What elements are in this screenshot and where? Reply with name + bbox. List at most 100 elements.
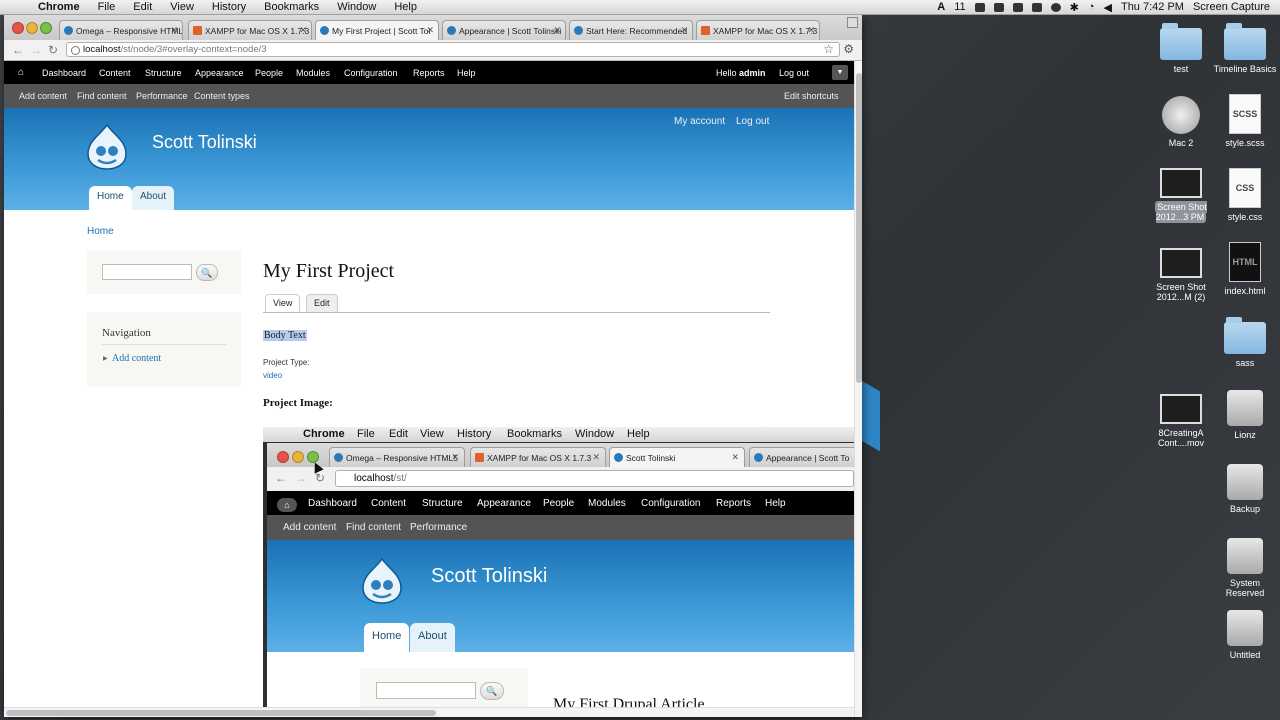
zoom-window-button[interactable] bbox=[40, 22, 52, 34]
desktop-icon-test[interactable]: test bbox=[1146, 23, 1216, 74]
close-tab-icon[interactable]: ✕ bbox=[299, 25, 307, 36]
close-window-button[interactable] bbox=[12, 22, 24, 34]
screenshot-file-icon bbox=[1160, 248, 1202, 278]
folder-icon bbox=[1224, 317, 1266, 354]
drupal-logo-icon[interactable] bbox=[84, 123, 130, 171]
close-tab-icon[interactable]: ✕ bbox=[553, 25, 561, 36]
chrome-window: Omega – Responsive HTML5 ✕ XAMPP for Mac … bbox=[4, 15, 862, 717]
site-name[interactable]: Scott Tolinski bbox=[152, 132, 257, 153]
add-content-link[interactable]: Add content bbox=[112, 353, 161, 364]
admin-people[interactable]: People bbox=[255, 68, 283, 78]
admin-help[interactable]: Help bbox=[457, 68, 476, 78]
dropbox-icon[interactable] bbox=[993, 2, 1004, 12]
bookmark-star-icon[interactable]: ☆ bbox=[823, 42, 834, 56]
menubar-bookmarks[interactable]: Bookmarks bbox=[264, 1, 319, 13]
evernote-icon[interactable] bbox=[974, 2, 985, 12]
browser-tab[interactable]: Appearance | Scott Tolinski ✕ bbox=[442, 20, 566, 40]
admin-reports[interactable]: Reports bbox=[413, 68, 445, 78]
menubar-app-name[interactable]: Chrome bbox=[38, 1, 80, 13]
desktop-icon-untitled[interactable]: Untitled bbox=[1210, 610, 1280, 660]
menubar-history[interactable]: History bbox=[212, 1, 246, 13]
bluetooth-icon[interactable]: ✱ bbox=[1070, 1, 1079, 14]
wifi-icon[interactable]: ◔ bbox=[1088, 1, 1095, 13]
menubar-window[interactable]: Window bbox=[337, 1, 376, 13]
admin-content[interactable]: Content bbox=[99, 68, 131, 78]
desktop-icon-sass[interactable]: sass bbox=[1210, 317, 1280, 368]
shortcut-performance[interactable]: Performance bbox=[136, 91, 188, 101]
back-icon[interactable]: ← bbox=[12, 43, 24, 57]
tab-home[interactable]: Home bbox=[89, 186, 132, 210]
scroll-thumb[interactable] bbox=[856, 73, 862, 383]
project-type-label: Project Type: bbox=[263, 358, 310, 367]
project-type-value[interactable]: video bbox=[263, 371, 282, 380]
breadcrumb[interactable]: Home bbox=[87, 226, 114, 237]
desktop-icon-timeline-basics[interactable]: Timeline Basics bbox=[1210, 23, 1280, 74]
minimize-window-icon bbox=[292, 451, 304, 463]
menubar-file[interactable]: File bbox=[98, 1, 116, 13]
forward-icon[interactable]: → bbox=[30, 43, 42, 57]
hello-user: Hello admin bbox=[716, 68, 766, 78]
menubar-help[interactable]: Help bbox=[394, 1, 417, 13]
desktop-icon-screenshot-2[interactable]: Screen Shot 2012...M (2) bbox=[1146, 248, 1216, 302]
desktop-icon-screenshot-1[interactable]: Screen Shot 2012...3 PM bbox=[1146, 168, 1216, 223]
admin-logout[interactable]: Log out bbox=[779, 68, 809, 78]
shortcut-content-types[interactable]: Content types bbox=[194, 91, 250, 101]
adobe-icon[interactable]: A bbox=[937, 1, 945, 13]
volume-icon[interactable]: ◀ bbox=[1104, 1, 1112, 14]
address-bar[interactable]: localhost/st/node/3#overlay-context=node… bbox=[66, 42, 840, 57]
desktop-icon-index-html[interactable]: HTML index.html bbox=[1210, 242, 1280, 296]
browser-tab[interactable]: Omega – Responsive HTML5 ✕ bbox=[59, 20, 183, 40]
tab-view[interactable]: View bbox=[265, 294, 301, 312]
body-text[interactable]: Body Text bbox=[263, 330, 307, 341]
my-account-link[interactable]: My account bbox=[674, 116, 725, 127]
close-tab-icon[interactable]: ✕ bbox=[170, 25, 178, 36]
admin-configuration[interactable]: Configuration bbox=[344, 68, 398, 78]
active-app-label[interactable]: Screen Capture bbox=[1193, 1, 1270, 13]
icon-label: style.scss bbox=[1225, 138, 1265, 148]
search-button[interactable]: 🔍 bbox=[196, 264, 218, 281]
wrench-icon[interactable]: ⚙ bbox=[843, 42, 854, 56]
fullscreen-icon[interactable] bbox=[847, 17, 858, 28]
admin-appearance[interactable]: Appearance bbox=[195, 68, 244, 78]
camera-icon[interactable] bbox=[1031, 2, 1042, 12]
desktop-icon-system-reserved[interactable]: System Reserved bbox=[1210, 538, 1280, 598]
site-logout-link[interactable]: Log out bbox=[736, 116, 769, 127]
scroll-thumb[interactable] bbox=[6, 710, 436, 716]
clock[interactable]: Thu 7:42 PM bbox=[1121, 1, 1184, 13]
desktop-icon-style-css[interactable]: CSS style.css bbox=[1210, 168, 1280, 222]
desktop-icon-backup[interactable]: Backup bbox=[1210, 464, 1280, 514]
browser-tab-active[interactable]: My First Project | Scott Tol ✕ bbox=[315, 20, 439, 40]
shortcut-find-content[interactable]: Find content bbox=[77, 91, 127, 101]
desktop-icon-style-scss[interactable]: SCSS style.scss bbox=[1210, 94, 1280, 148]
browser-tab[interactable]: Start Here: Recommended ✕ bbox=[569, 20, 693, 40]
admin-modules[interactable]: Modules bbox=[296, 68, 330, 78]
horizontal-scrollbar[interactable] bbox=[4, 707, 854, 717]
browser-tab[interactable]: XAMPP for Mac OS X 1.7.3 ✕ bbox=[188, 20, 312, 40]
menubar-edit[interactable]: Edit bbox=[133, 1, 152, 13]
admin-username[interactable]: admin bbox=[739, 68, 766, 78]
desktop-icon-mac2[interactable]: Mac 2 bbox=[1146, 96, 1216, 148]
shortcut-add-content[interactable]: Add content bbox=[19, 91, 67, 101]
close-tab-icon[interactable]: ✕ bbox=[680, 25, 688, 36]
reload-icon[interactable]: ↻ bbox=[48, 43, 58, 57]
close-tab-icon[interactable]: ✕ bbox=[426, 25, 434, 36]
admin-structure[interactable]: Structure bbox=[145, 68, 182, 78]
time-machine-icon[interactable] bbox=[1050, 2, 1061, 12]
notification-count[interactable]: 11 bbox=[954, 1, 965, 13]
menubar-view[interactable]: View bbox=[170, 1, 194, 13]
tab-about[interactable]: About bbox=[132, 186, 175, 210]
tab-title: XAMPP for Mac OS X 1.7.3 bbox=[205, 26, 310, 36]
search-input[interactable] bbox=[102, 264, 192, 280]
browser-tab[interactable]: XAMPP for Mac OS X 1.7.3 ✕ bbox=[696, 20, 820, 40]
battery-monitor-icon[interactable] bbox=[1012, 2, 1023, 12]
tab-edit[interactable]: Edit bbox=[306, 294, 338, 312]
edit-shortcuts[interactable]: Edit shortcuts bbox=[784, 91, 839, 101]
admin-dashboard[interactable]: Dashboard bbox=[42, 68, 86, 78]
minimize-window-button[interactable] bbox=[26, 22, 38, 34]
vertical-scrollbar[interactable] bbox=[854, 61, 862, 717]
shortcuts-toggle-icon[interactable]: ▼ bbox=[832, 65, 848, 80]
desktop-icon-movie[interactable]: 8CreatingA Cont....mov bbox=[1146, 394, 1216, 448]
home-icon[interactable]: ⌂ bbox=[18, 67, 29, 78]
close-tab-icon[interactable]: ✕ bbox=[807, 25, 815, 36]
desktop-icon-lionz[interactable]: Lionz bbox=[1210, 390, 1280, 440]
